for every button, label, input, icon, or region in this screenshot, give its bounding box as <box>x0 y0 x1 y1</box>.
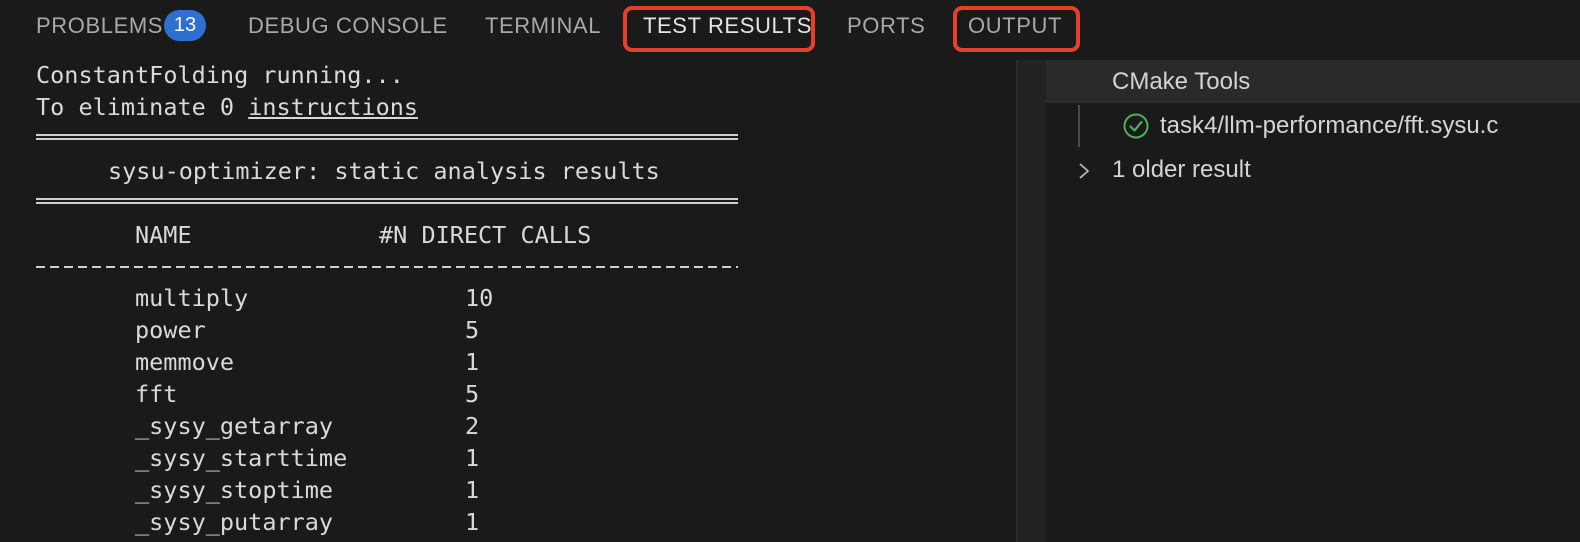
row-calls: 5 <box>465 316 480 344</box>
row-name: _sysy_putarray <box>135 508 334 536</box>
analysis-title: sysu-optimizer: static analysis results <box>108 157 660 185</box>
test-provider-title: CMake Tools <box>1112 68 1251 95</box>
row-calls: 1 <box>465 348 480 376</box>
row-name: _sysy_stoptime <box>135 476 334 504</box>
row-name: memmove <box>135 348 235 376</box>
row-name: power <box>135 316 206 344</box>
problems-count-badge: 13 <box>164 10 206 41</box>
tab-test-results-label: TEST RESULTS <box>643 13 812 38</box>
tab-output-label: OUTPUT <box>968 13 1063 38</box>
tab-debug-console[interactable]: DEBUG CONSOLE <box>248 0 448 54</box>
panel-splitter[interactable] <box>1016 60 1046 542</box>
tab-ports[interactable]: PORTS <box>847 0 925 54</box>
test-result-item[interactable]: task4/llm-performance/fft.sysu.c <box>1122 106 1580 146</box>
row-calls: 5 <box>465 380 480 408</box>
panel-tab-bar: PROBLEMS 13 DEBUG CONSOLE TERMINAL TEST … <box>0 0 1580 54</box>
tab-terminal-label: TERMINAL <box>485 13 602 38</box>
row-name: _sysy_getarray <box>135 412 334 440</box>
test-provider-row[interactable]: CMake Tools <box>1046 60 1580 103</box>
header-rule-top <box>36 134 738 140</box>
test-result-label: task4/llm-performance/fft.sysu.c <box>1160 112 1499 139</box>
tree-indent-guide <box>1078 105 1080 147</box>
tab-problems[interactable]: PROBLEMS <box>36 0 163 54</box>
log-line-eliminate-text: To eliminate 0 <box>36 93 249 121</box>
column-header-rule <box>36 266 738 268</box>
check-circle-icon <box>1123 113 1149 139</box>
row-calls: 2 <box>465 412 480 440</box>
row-calls: 1 <box>465 476 480 504</box>
chevron-right-icon <box>1079 163 1089 179</box>
row-calls: 10 <box>465 284 494 312</box>
older-results-item[interactable]: 1 older result <box>1076 150 1580 190</box>
tab-debug-console-label: DEBUG CONSOLE <box>248 13 448 38</box>
tab-test-results[interactable]: TEST RESULTS <box>643 0 812 54</box>
test-results-tree: CMake Tools task4/llm-performance/fft.sy… <box>1046 60 1580 542</box>
column-header-direct-calls: #N DIRECT CALLS <box>379 221 592 249</box>
older-results-label: 1 older result <box>1112 156 1251 183</box>
tab-terminal[interactable]: TERMINAL <box>485 0 601 54</box>
row-calls: 1 <box>465 508 480 536</box>
log-line-eliminate: To eliminate 0 instructions <box>36 91 418 123</box>
output-log[interactable]: ConstantFolding running... To eliminate … <box>0 58 1015 542</box>
instructions-link[interactable]: instructions <box>248 93 418 121</box>
header-rule-bottom <box>36 198 738 204</box>
tab-output[interactable]: OUTPUT <box>968 0 1062 54</box>
log-line-constant-folding: ConstantFolding running... <box>36 61 404 89</box>
row-calls: 1 <box>465 444 480 472</box>
column-header-name: NAME <box>135 221 192 249</box>
row-name: multiply <box>135 284 249 312</box>
tab-problems-label: PROBLEMS <box>36 13 164 38</box>
tab-ports-label: PORTS <box>847 13 926 38</box>
row-name: _sysy_starttime <box>135 444 348 472</box>
row-name: fft <box>135 380 178 408</box>
